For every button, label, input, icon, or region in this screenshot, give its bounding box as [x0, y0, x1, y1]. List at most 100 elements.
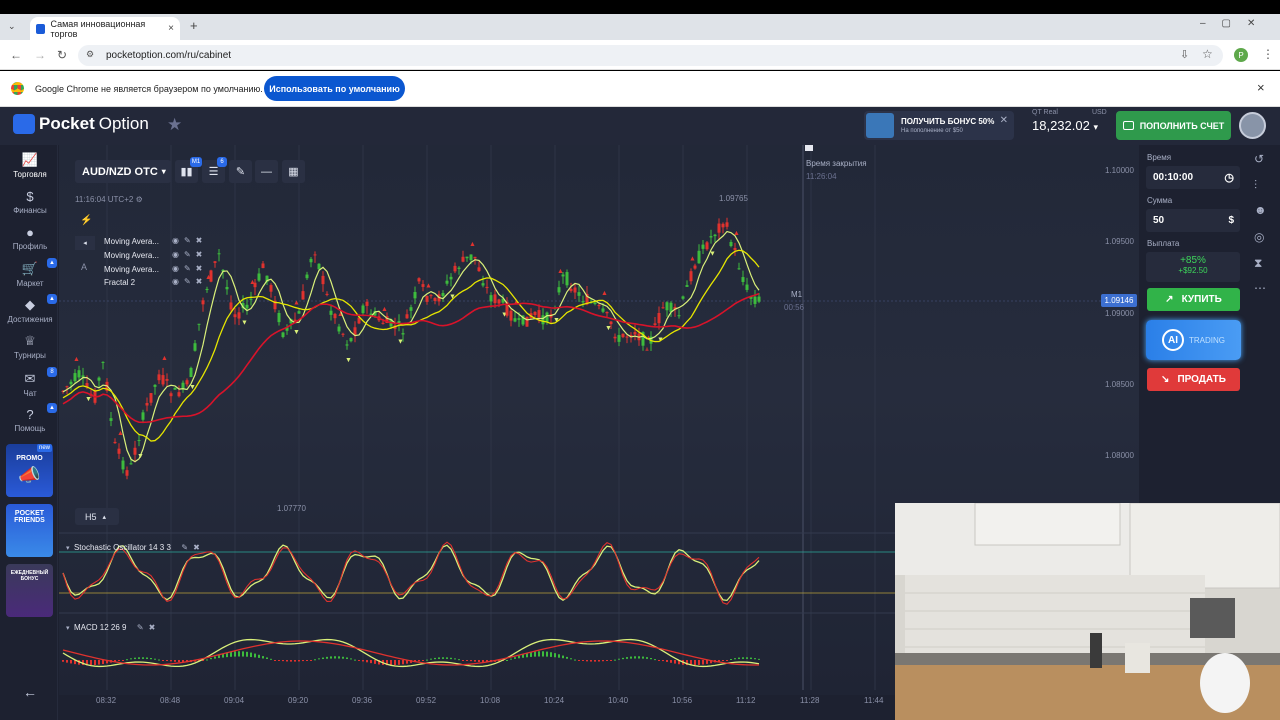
infobar-text: Google Chrome не является браузером по у…	[35, 84, 263, 94]
sidebar-item-finance[interactable]: $ Финансы	[0, 189, 60, 215]
candle-body	[697, 250, 701, 264]
user-avatar[interactable]	[1239, 112, 1266, 139]
signals-icon[interactable]: ◎	[1254, 230, 1264, 244]
indicator-controls-icon[interactable]: ◉✎✖	[172, 264, 207, 273]
lightning-icon[interactable]: ⚡	[80, 215, 92, 226]
macd-histogram-bar	[730, 659, 732, 661]
ma-mid-line	[62, 249, 760, 442]
reload-icon[interactable]: ↻	[57, 48, 67, 62]
bonus-banner[interactable]: ПОЛУЧИТЬ БОНУС 50% На пополнение от $50 …	[864, 111, 1014, 140]
collapse-indicators-icon[interactable]: ◂	[75, 236, 95, 250]
sidebar-item-tournaments[interactable]: ♕ Турниры	[0, 333, 60, 360]
indicator-controls-icon[interactable]: ◉✎✖	[172, 250, 207, 259]
bookmark-star-icon[interactable]: ☆	[1202, 47, 1213, 61]
layout-button[interactable]: ▦	[282, 160, 305, 183]
candle-body	[245, 304, 249, 309]
daily-bonus-card[interactable]: ЕЖЕДНЕВНЫЙ БОНУС	[6, 564, 53, 617]
trades-icon[interactable]: ⫶	[1254, 178, 1257, 193]
collapse-caret-icon[interactable]: ▾	[66, 545, 70, 552]
macd-histogram-bar	[402, 660, 404, 665]
macd-histogram-bar	[310, 660, 312, 661]
candle-body	[593, 302, 597, 305]
settings-gear-icon[interactable]: ⚙	[136, 195, 143, 204]
pair-label: AUD/NZD OTC	[82, 165, 158, 178]
panel-controls-icon[interactable]: ✎✖	[181, 543, 204, 552]
panel-controls-icon[interactable]: ✎✖	[137, 623, 160, 632]
candle-body	[281, 332, 285, 338]
macd-histogram-bar	[446, 657, 448, 659]
window-controls[interactable]: –▢✕	[1200, 18, 1271, 29]
macd-histogram-bar	[566, 656, 568, 659]
profile-avatar[interactable]: P	[1234, 48, 1248, 62]
candle-body	[525, 316, 529, 327]
amount-input[interactable]: 50 $	[1146, 209, 1240, 232]
indicator-controls-icon[interactable]: ◉✎✖	[172, 236, 207, 245]
more-icon[interactable]: ⋯	[1254, 281, 1266, 295]
macd-histogram-bar	[394, 660, 396, 666]
close-time-flag-icon	[805, 145, 813, 151]
install-icon[interactable]: ⇩	[1180, 48, 1189, 61]
macd-histogram-bar	[550, 652, 552, 657]
candle-body	[329, 310, 333, 315]
set-default-button[interactable]: Использовать по умолчанию	[264, 76, 405, 101]
user-icon: ●	[26, 225, 34, 240]
indicator-controls-icon[interactable]: ◉✎✖	[172, 277, 207, 286]
candle-body	[433, 297, 437, 301]
macd-histogram-bar	[126, 659, 128, 661]
back-icon[interactable]: ←	[10, 48, 22, 62]
favorite-star-icon[interactable]: ★	[167, 115, 182, 135]
browser-tab[interactable]: Самая инновационная торгов ×	[30, 17, 180, 40]
sidebar-item-trading[interactable]: 📈 Торговля	[0, 152, 60, 179]
amount-value: 50	[1153, 215, 1165, 226]
tab-list-chevron-icon[interactable]: ⌄	[8, 21, 16, 32]
trophy-icon: ♕	[24, 333, 36, 348]
macd-histogram-bar	[578, 660, 580, 661]
collapse-arrow-icon[interactable]: ←	[23, 684, 37, 700]
sell-button[interactable]: ↘ ПРОДАТЬ	[1147, 368, 1240, 391]
period-selector[interactable]: H5 ▴	[75, 508, 119, 525]
grid-icon: ▦	[288, 166, 299, 178]
hourglass-icon[interactable]: ⧗	[1254, 256, 1262, 271]
indicator-ma-1: Moving Avera...	[104, 237, 159, 246]
tab-close-icon[interactable]: ×	[168, 23, 174, 34]
forward-icon[interactable]: →	[34, 48, 46, 62]
social-icon[interactable]: ☻	[1254, 203, 1267, 217]
url-input[interactable]: pocketoption.com/ru/cabinet	[78, 45, 1223, 66]
payout-amount: +$92.50	[1178, 266, 1208, 275]
currency-icon[interactable]: $	[1228, 215, 1234, 226]
line-tool-button[interactable]: —	[255, 160, 278, 183]
pocketoption-logo[interactable]: Pocket Option	[13, 114, 149, 134]
site-info-icon[interactable]: ⚙	[86, 49, 94, 60]
x-axis-tick: 09:20	[288, 696, 309, 705]
candle-body	[205, 288, 209, 291]
topup-button[interactable]: ПОПОЛНИТЬ СЧЕТ	[1116, 111, 1231, 140]
new-tab-button[interactable]: +	[190, 18, 198, 33]
buy-button[interactable]: ↗ КУПИТЬ	[1147, 288, 1240, 311]
candle-body	[305, 274, 309, 279]
pocket-friends-card[interactable]: POCKET FRIENDS	[6, 504, 53, 557]
candle-body	[729, 241, 733, 247]
candle-body	[81, 375, 85, 378]
clock-icon[interactable]: ◷	[1224, 171, 1234, 184]
account-selector[interactable]: QT Real USD 18,232.02 ▾	[1032, 109, 1107, 133]
pair-selector[interactable]: AUD/NZD OTC ▾	[75, 160, 171, 183]
bonus-close-icon[interactable]: ✕	[1000, 115, 1008, 126]
drawing-button[interactable]: ✎	[229, 160, 252, 183]
browser-menu-icon[interactable]: ⋮	[1262, 47, 1274, 61]
stochastic-title: Stochastic Oscillator 14 3 3	[73, 543, 171, 552]
macd-histogram-bar	[330, 656, 332, 659]
ai-trading-button[interactable]: AI TRADING	[1146, 320, 1241, 360]
collapse-caret-icon[interactable]: ▾	[66, 625, 70, 632]
account-currency: USD	[1091, 109, 1107, 116]
history-icon[interactable]: ↺	[1254, 152, 1264, 166]
time-input[interactable]: 00:10:00 ◷	[1146, 166, 1240, 189]
sidebar-item-label: Чат	[23, 389, 37, 398]
text-tool-icon[interactable]: A	[81, 262, 87, 272]
x-axis-tick: 11:12	[736, 696, 756, 705]
sell-label: ПРОДАТЬ	[1177, 374, 1226, 385]
macd-histogram-bar	[398, 660, 400, 665]
infobar-close-icon[interactable]: ×	[1257, 80, 1265, 95]
fractal-up-marker: ▲	[425, 282, 432, 289]
sidebar-item-profile[interactable]: ● Профиль	[0, 225, 60, 251]
macd-histogram-bar	[286, 660, 288, 662]
